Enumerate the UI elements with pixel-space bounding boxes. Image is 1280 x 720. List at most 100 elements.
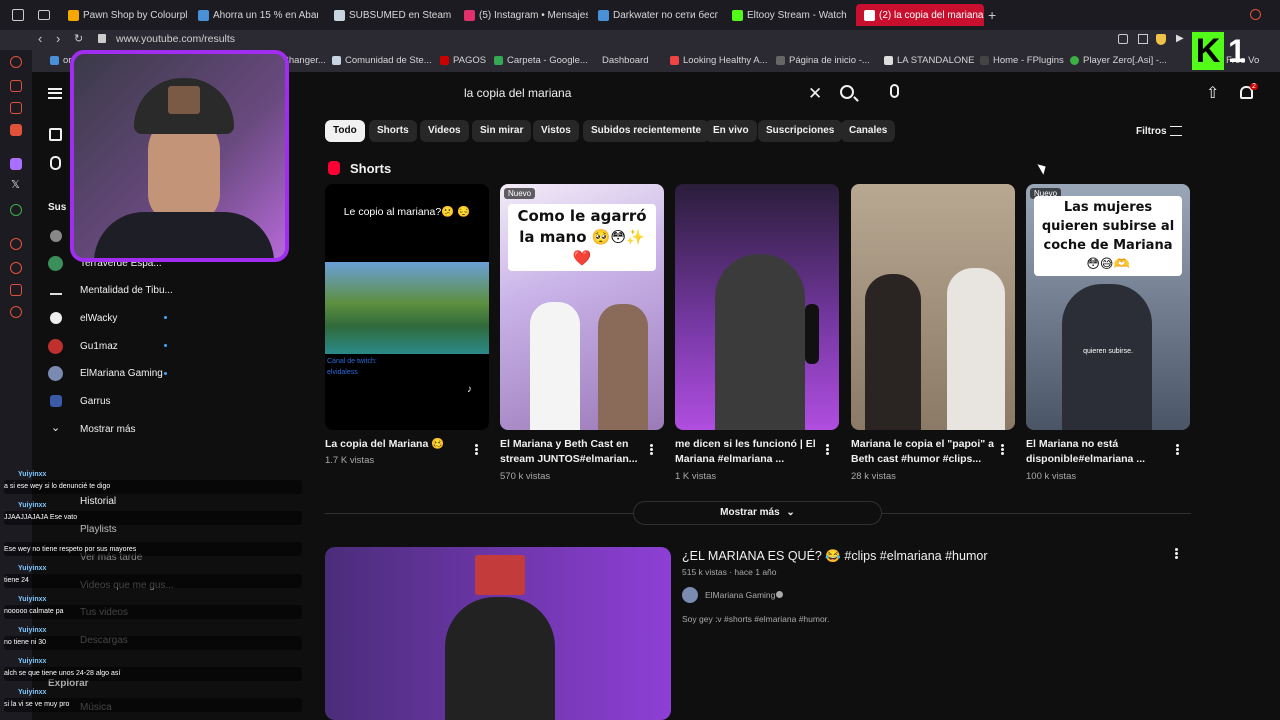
filters-icon[interactable] bbox=[1170, 126, 1182, 136]
sidebar-item-channel[interactable]: ElMariana Gaming bbox=[80, 368, 163, 379]
lock-icon[interactable] bbox=[98, 34, 106, 43]
short-title[interactable]: El Mariana no está disponible#elmariana … bbox=[1026, 437, 1178, 467]
sidebar-item-channel[interactable]: Gu1maz bbox=[80, 341, 118, 352]
forward-icon[interactable]: › bbox=[56, 31, 60, 46]
reload-icon[interactable]: ↻ bbox=[74, 32, 83, 45]
short-thumbnail[interactable] bbox=[675, 184, 839, 430]
bookmark[interactable]: Home - FPlugins bbox=[980, 55, 1064, 66]
more-options-icon[interactable] bbox=[1001, 444, 1004, 455]
browser-tab[interactable]: Ahorra un 15 % en Abando bbox=[190, 4, 318, 26]
bag-icon[interactable] bbox=[10, 80, 22, 92]
play-icon[interactable]: ▶ bbox=[1176, 33, 1184, 44]
browser-tab-bar: Pawn Shop by Colourplay Ahorra un 15 % e… bbox=[0, 0, 1280, 30]
shorts-icon[interactable] bbox=[50, 156, 61, 170]
browser-tab[interactable]: SUBSUMED en Steam bbox=[326, 4, 454, 26]
chat-username: Yuiyinxx bbox=[18, 502, 47, 509]
tab-favicon bbox=[198, 9, 209, 21]
mail-icon[interactable] bbox=[10, 124, 22, 136]
chip-live[interactable]: En vivo bbox=[705, 120, 757, 142]
chat-message: Ese wey no tiene respeto por sus mayores bbox=[4, 546, 137, 553]
short-title[interactable]: La copia del Mariana 🥴 bbox=[325, 437, 477, 452]
settings-icon[interactable] bbox=[10, 306, 22, 318]
chevron-down-icon: ⌄ bbox=[51, 422, 61, 434]
bookmark[interactable]: Looking Healthy A... bbox=[670, 55, 768, 66]
short-thumbnail[interactable] bbox=[851, 184, 1015, 430]
more-options-icon[interactable] bbox=[1176, 444, 1179, 455]
short-title[interactable]: Mariana le copia el "papoi" a Beth cast … bbox=[851, 437, 1003, 467]
sidebar-show-more[interactable]: Mostrar más bbox=[80, 424, 136, 435]
bookmark-label: LA STANDALONE bbox=[897, 55, 975, 66]
bookmark[interactable]: Player Zero[.Asi] -... bbox=[1070, 55, 1167, 66]
puzzle-icon[interactable] bbox=[10, 284, 22, 296]
sidebar-item-channel[interactable]: Garrus bbox=[80, 396, 111, 407]
bookmark[interactable]: Dashboard bbox=[602, 55, 648, 66]
sidebar-item-history[interactable]: Historial bbox=[80, 496, 116, 507]
back-icon[interactable]: ‹ bbox=[38, 31, 42, 46]
chip-videos[interactable]: Videos bbox=[420, 120, 469, 142]
browser-tab[interactable]: (5) Instagram • Mensajes bbox=[456, 4, 588, 26]
bookmark[interactable]: Página de inicio -... bbox=[776, 55, 870, 66]
filters-button[interactable]: Filtros bbox=[1136, 126, 1167, 137]
chat-icon[interactable] bbox=[10, 204, 22, 216]
browser-tab[interactable]: Pawn Shop by Colourplay bbox=[60, 4, 188, 26]
more-options-icon[interactable] bbox=[475, 444, 478, 455]
bookmark[interactable]: Carpeta - Google... bbox=[494, 55, 588, 66]
show-more-label: Mostrar más bbox=[720, 507, 780, 518]
new-tab-icon[interactable]: + bbox=[988, 8, 996, 22]
bookmark[interactable]: Comunidad de Ste... bbox=[332, 55, 432, 66]
browser-menu-icon[interactable] bbox=[12, 9, 24, 21]
clear-search-icon[interactable]: ✕ bbox=[808, 84, 822, 104]
ext-icon[interactable] bbox=[1138, 34, 1148, 44]
x-twitter-icon[interactable]: 𝕏 bbox=[11, 178, 20, 191]
bookmark-icon[interactable] bbox=[10, 102, 22, 114]
bookmark[interactable]: PAGOS bbox=[440, 55, 486, 66]
chip-channels[interactable]: Canales bbox=[841, 120, 896, 142]
search-input[interactable]: la copia del mariana bbox=[456, 80, 826, 106]
address-bar[interactable]: www.youtube.com/results bbox=[116, 33, 235, 45]
short-thumbnail[interactable]: Le copio al mariana?😕 😔 Canal de twitch:… bbox=[325, 184, 489, 430]
play-circle-icon[interactable] bbox=[10, 238, 22, 250]
short-title[interactable]: me dicen si les funcionó | El Mariana #e… bbox=[675, 437, 827, 467]
ext-icon[interactable] bbox=[1118, 34, 1128, 44]
sidebar-item-playlists[interactable]: Playlists bbox=[80, 524, 117, 535]
thumbnail-caption: Como le agarró la mano 🥺😳✨❤️ bbox=[508, 204, 656, 271]
chip-watched[interactable]: Vistos bbox=[533, 120, 579, 142]
show-more-button[interactable]: Mostrar más ⌄ bbox=[633, 501, 882, 525]
clock-icon[interactable] bbox=[10, 262, 22, 274]
tab-list-icon[interactable] bbox=[38, 10, 50, 20]
browser-tab[interactable]: Eltooy Stream - Watch Liv bbox=[724, 4, 850, 26]
channel-name[interactable]: ElMariana Gaming bbox=[705, 590, 775, 600]
short-thumbnail[interactable]: Nuevo Como le agarró la mano 🥺😳✨❤️ bbox=[500, 184, 664, 430]
home-icon[interactable] bbox=[49, 128, 62, 141]
live-dot bbox=[164, 316, 167, 319]
subscriptions-header: Sus bbox=[48, 202, 67, 213]
history-icon[interactable] bbox=[10, 56, 22, 68]
browser-tab-active[interactable]: (2) la copia del mariana - Y bbox=[856, 4, 984, 26]
twitch-icon[interactable] bbox=[10, 158, 22, 170]
drive-favicon bbox=[494, 56, 503, 65]
bookmark[interactable]: LA STANDALONE bbox=[884, 55, 974, 66]
more-options-icon[interactable] bbox=[650, 444, 653, 455]
more-options-icon[interactable] bbox=[826, 444, 829, 455]
microphone-icon[interactable] bbox=[890, 84, 899, 98]
chip-recently-uploaded[interactable]: Subidos recientemente bbox=[583, 120, 710, 142]
chip-shorts[interactable]: Shorts bbox=[369, 120, 417, 142]
sidebar-item-channel[interactable]: Mentalidad de Tibu... bbox=[80, 285, 173, 296]
short-thumbnail[interactable]: Nuevo Las mujeres quieren subirse al coc… bbox=[1026, 184, 1190, 430]
microphone-figure bbox=[805, 304, 819, 364]
bookmark-favicon bbox=[440, 56, 449, 65]
video-thumbnail[interactable] bbox=[325, 547, 671, 720]
sidebar-item-channel[interactable]: elWacky bbox=[80, 313, 117, 324]
upload-icon[interactable]: ⇧ bbox=[1206, 83, 1219, 103]
browser-tab[interactable]: Darkwater no сети бесплн bbox=[590, 4, 718, 26]
more-options-icon[interactable] bbox=[1175, 548, 1178, 559]
chip-unwatched[interactable]: Sin mirar bbox=[472, 120, 532, 142]
short-title[interactable]: El Mariana y Beth Cast en stream JUNTOS#… bbox=[500, 437, 652, 467]
tab-label: (5) Instagram • Mensajes bbox=[479, 9, 588, 21]
channel-avatar[interactable] bbox=[682, 587, 698, 603]
browser-search-icon[interactable] bbox=[1250, 9, 1261, 20]
chip-subscriptions[interactable]: Suscripciones bbox=[758, 120, 843, 142]
shield-icon[interactable] bbox=[1156, 34, 1166, 45]
chip-all[interactable]: Todo bbox=[325, 120, 365, 142]
video-title[interactable]: ¿EL MARIANA ES QUÉ? 😂 #clips #elmariana … bbox=[682, 549, 988, 564]
